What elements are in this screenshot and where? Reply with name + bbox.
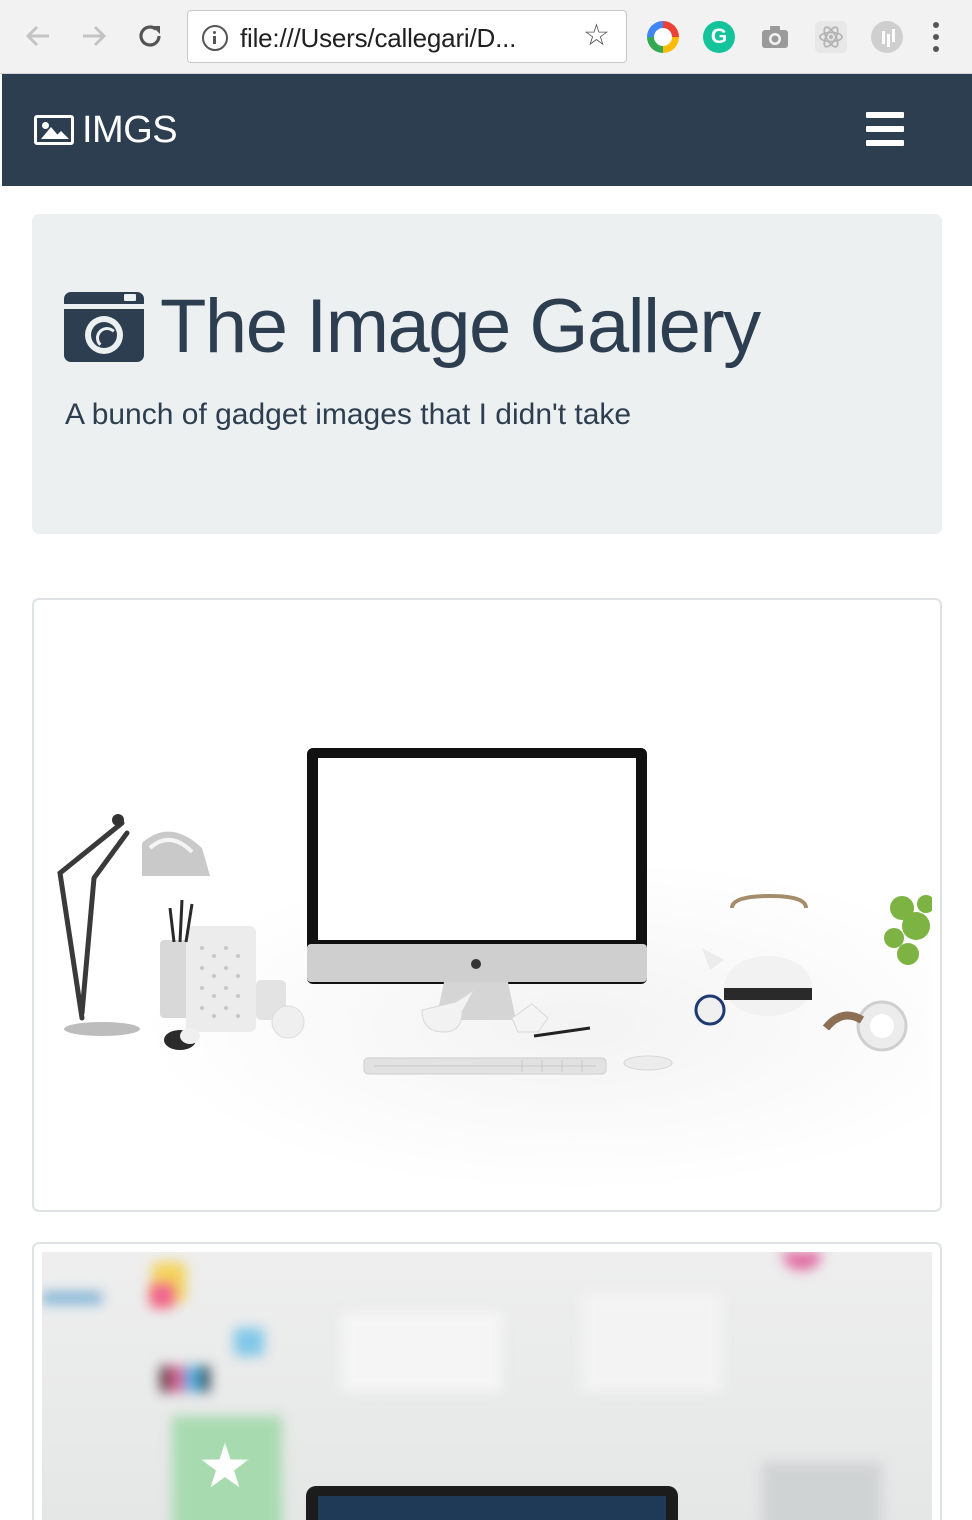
image-icon <box>34 115 74 145</box>
bookmark-star-icon[interactable]: ☆ <box>583 20 610 52</box>
camera-extension-icon[interactable] <box>759 21 791 53</box>
page-subtitle: A bunch of gadget images that I didn't t… <box>65 398 632 431</box>
url-text[interactable]: file:///Users/callegari/D... <box>240 23 516 54</box>
desk-with-imac-photo[interactable] <box>42 608 935 1204</box>
grammarly-icon[interactable]: G <box>703 21 735 53</box>
browser-toolbar: file:///Users/callegari/D... ☆ G <box>0 0 972 74</box>
jumbotron: The Image Gallery A bunch of gadget imag… <box>32 214 942 534</box>
page-title: The Image Gallery <box>160 284 761 369</box>
react-devtools-icon[interactable] <box>815 21 847 53</box>
reload-icon <box>139 25 161 47</box>
reload-button[interactable] <box>132 18 168 54</box>
blurred-laptop-wall-photo[interactable] <box>42 1252 932 1520</box>
page-title-row: The Image Gallery <box>64 284 761 370</box>
compass-extension-icon[interactable] <box>647 21 679 53</box>
navbar-toggle-button[interactable] <box>866 112 904 146</box>
analytics-extension-icon[interactable] <box>871 21 903 53</box>
desk-lamp <box>57 820 130 1021</box>
browser-menu-icon[interactable] <box>928 22 944 52</box>
gallery-card[interactable] <box>32 1242 942 1520</box>
site-info-icon[interactable] <box>202 25 228 51</box>
navbar: IMGS <box>2 74 972 186</box>
camera-icon <box>64 292 144 362</box>
gallery-card[interactable] <box>32 598 942 1212</box>
address-bar[interactable]: file:///Users/callegari/D... ☆ <box>187 10 627 63</box>
arrow-left-icon <box>25 25 49 47</box>
forward-button[interactable] <box>76 18 112 54</box>
back-button[interactable] <box>20 18 56 54</box>
brand-label: IMGS <box>82 109 178 151</box>
arrow-right-icon <box>83 25 107 47</box>
navbar-brand[interactable]: IMGS <box>34 108 178 152</box>
